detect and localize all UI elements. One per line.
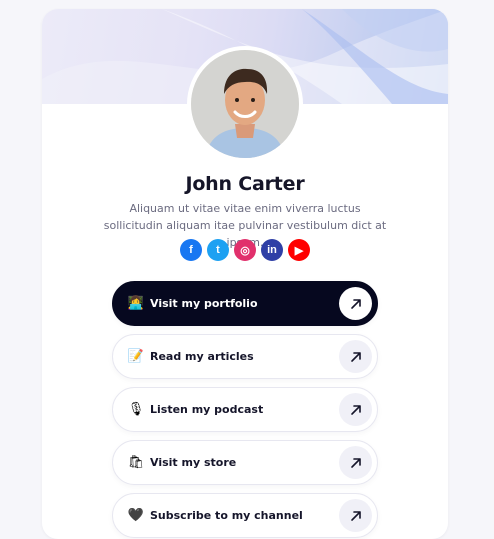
- memo-emoji-icon: 📝: [127, 349, 145, 364]
- link-listen-podcast[interactable]: 🎙 Listen my podcast: [112, 387, 378, 432]
- link-subscribe-channel[interactable]: 🖤 Subscribe to my channel: [112, 493, 378, 538]
- link-visit-store[interactable]: 🛍 Visit my store: [112, 440, 378, 485]
- youtube-icon[interactable]: ▶: [288, 239, 310, 261]
- link-read-articles[interactable]: 📝 Read my articles: [112, 334, 378, 379]
- link-label: Subscribe to my channel: [150, 509, 303, 522]
- facebook-icon[interactable]: f: [180, 239, 202, 261]
- arrow-up-right-icon[interactable]: [339, 340, 372, 373]
- portfolio-emoji-icon: 👩‍💻: [127, 296, 145, 311]
- arrow-up-right-icon[interactable]: [339, 499, 372, 532]
- heart-emoji-icon: 🖤: [127, 508, 145, 523]
- instagram-icon[interactable]: ◎: [234, 239, 256, 261]
- shopping-bags-emoji-icon: 🛍: [127, 455, 145, 470]
- link-label: Listen my podcast: [150, 403, 264, 416]
- arrow-up-right-icon[interactable]: [339, 446, 372, 479]
- arrow-up-right-icon[interactable]: [339, 393, 372, 426]
- avatar: [187, 46, 303, 162]
- link-list: 👩‍💻 Visit my portfolio 📝 Read my article…: [112, 281, 378, 539]
- link-label: Read my articles: [150, 350, 254, 363]
- social-links: f t ◎ in ▶: [42, 239, 448, 261]
- link-label: Visit my portfolio: [150, 297, 258, 310]
- link-label: Visit my store: [150, 456, 237, 469]
- profile-card: John Carter Aliquam ut vitae vitae enim …: [42, 9, 448, 539]
- link-visit-portfolio[interactable]: 👩‍💻 Visit my portfolio: [112, 281, 378, 326]
- arrow-up-right-icon[interactable]: [339, 287, 372, 320]
- microphone-emoji-icon: 🎙: [127, 402, 145, 417]
- profile-name: John Carter: [185, 173, 305, 195]
- linkedin-icon[interactable]: in: [261, 239, 283, 261]
- twitter-icon[interactable]: t: [207, 239, 229, 261]
